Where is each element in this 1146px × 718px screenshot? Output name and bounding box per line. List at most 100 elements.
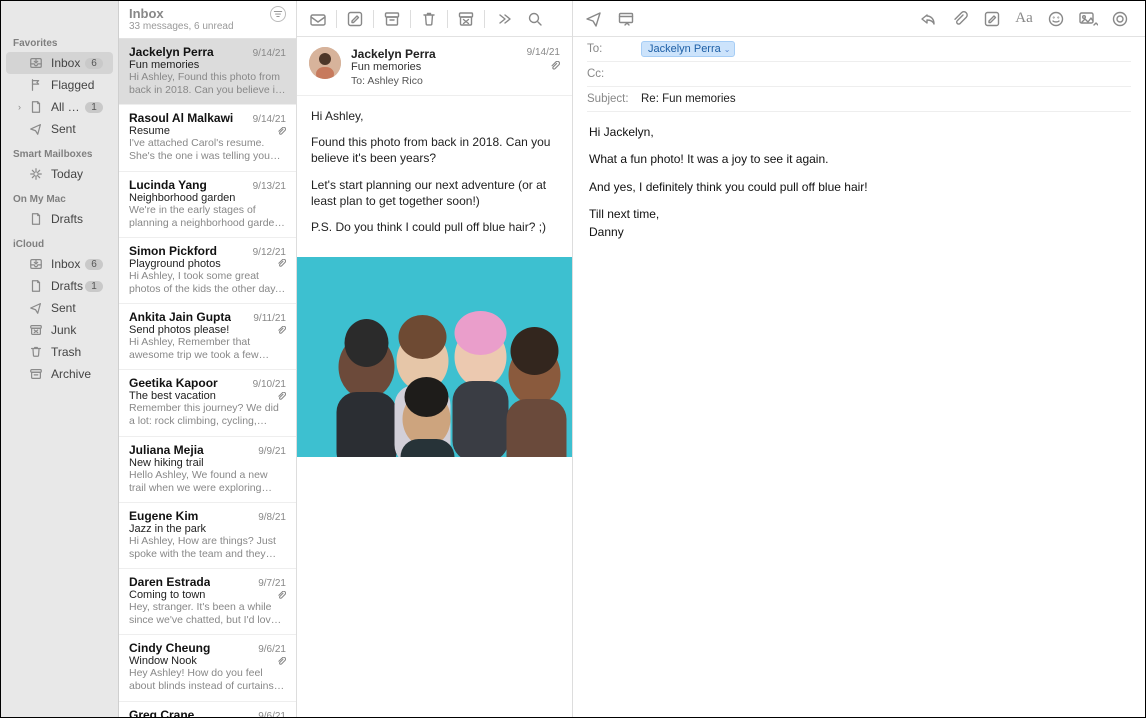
get-mail-button[interactable] bbox=[303, 7, 333, 31]
attachment-icon bbox=[273, 657, 286, 666]
message-subject: The best vacation bbox=[129, 390, 216, 402]
message-row[interactable]: Simon Pickford9/12/21Playground photosHi… bbox=[119, 238, 296, 304]
compose-subject-row[interactable]: Subject: Re: Fun memories bbox=[587, 87, 1131, 112]
sidebar-item-label: Sent bbox=[51, 301, 103, 315]
sidebar-item-inbox[interactable]: Inbox6 bbox=[6, 52, 113, 74]
message-subject: Neighborhood garden bbox=[129, 192, 235, 204]
sidebar-item-drafts[interactable]: Drafts1 bbox=[6, 275, 113, 297]
message-date: 9/9/21 bbox=[258, 446, 286, 457]
doc-icon bbox=[28, 99, 44, 115]
send-button[interactable] bbox=[579, 7, 609, 31]
message-preview: Hi Ashley, Remember that awesome trip we… bbox=[129, 336, 286, 362]
sidebar-section-title: iCloud bbox=[1, 234, 118, 253]
reply-button[interactable] bbox=[913, 7, 943, 31]
message-sender: Jackelyn Perra bbox=[129, 45, 214, 59]
attached-photo[interactable] bbox=[297, 257, 572, 457]
reader-to-line: To: Ashley Rico bbox=[351, 75, 560, 87]
compose-cc-row[interactable]: Cc: bbox=[587, 62, 1131, 87]
compose-pane: Aa To: Jackelyn Perra⌄ Cc: Subject: Re: … bbox=[573, 1, 1145, 717]
message-preview: Hi Ashley, Found this photo from back in… bbox=[129, 71, 286, 97]
sidebar-item-label: Inbox bbox=[51, 257, 85, 271]
message-subject: Jazz in the park bbox=[129, 523, 206, 535]
message-sender: Juliana Mejia bbox=[129, 443, 204, 457]
sidebar-section-title: Smart Mailboxes bbox=[1, 144, 118, 163]
attach-button[interactable] bbox=[945, 7, 975, 31]
message-subject: Resume bbox=[129, 125, 170, 137]
message-sender: Ankita Jain Gupta bbox=[129, 310, 231, 324]
sidebar-item-sent[interactable]: Sent bbox=[6, 118, 113, 140]
flag-icon bbox=[28, 77, 44, 93]
emoji-button[interactable] bbox=[1041, 7, 1071, 31]
compose-paragraph: Till next time,Danny bbox=[589, 206, 1129, 241]
attachment-icon bbox=[550, 61, 560, 73]
sidebar-item-badge: 6 bbox=[85, 259, 103, 270]
message-sender: Daren Estrada bbox=[129, 575, 210, 589]
search-button[interactable] bbox=[520, 7, 550, 31]
sidebar-item-flagged[interactable]: Flagged bbox=[6, 74, 113, 96]
format-button[interactable]: Aa bbox=[1009, 7, 1039, 31]
message-row[interactable]: Rasoul Al Malkawi9/14/21ResumeI've attac… bbox=[119, 105, 296, 171]
message-date: 9/13/21 bbox=[253, 181, 286, 192]
message-date: 9/10/21 bbox=[253, 379, 286, 390]
message-row[interactable]: Lucinda Yang9/13/21Neighborhood gardenWe… bbox=[119, 172, 296, 238]
send-icon bbox=[28, 300, 44, 316]
message-row[interactable]: Cindy Cheung9/6/21Window NookHey Ashley!… bbox=[119, 635, 296, 701]
reader-sender: Jackelyn Perra bbox=[351, 47, 436, 61]
sidebar-item-trash[interactable]: Trash bbox=[6, 341, 113, 363]
message-row[interactable]: Eugene Kim 9/8/21 Jazz in the parkHi Ashle… bbox=[119, 503, 296, 569]
sidebar-item-label: Flagged bbox=[51, 78, 103, 92]
archive-button[interactable] bbox=[377, 7, 407, 31]
message-row[interactable]: Greg Crane9/6/21New ways to take your ph… bbox=[119, 702, 296, 718]
message-subject: Fun memories bbox=[129, 59, 199, 71]
message-reader-pane: Jackelyn Perra 9/14/21 Fun memories To: … bbox=[297, 1, 573, 717]
filter-button[interactable] bbox=[270, 6, 286, 22]
message-row[interactable]: Daren Estrada9/7/21Coming to townHey, st… bbox=[119, 569, 296, 635]
sidebar-item-archive[interactable]: Archive bbox=[6, 363, 113, 385]
insert-button[interactable] bbox=[977, 7, 1007, 31]
compose-header-fields: To: Jackelyn Perra⌄ Cc: Subject: Re: Fun… bbox=[573, 37, 1145, 112]
sidebar-item-drafts[interactable]: Drafts bbox=[6, 208, 113, 230]
compose-to-row[interactable]: To: Jackelyn Perra⌄ bbox=[587, 37, 1131, 62]
box-x-icon bbox=[28, 322, 44, 338]
message-preview: We're in the early stages of planning a … bbox=[129, 204, 286, 230]
sidebar-item-inbox[interactable]: Inbox6 bbox=[6, 253, 113, 275]
body-paragraph: Hi Ashley, bbox=[311, 108, 558, 124]
delete-button[interactable] bbox=[414, 7, 444, 31]
message-row[interactable]: Geetika Kapoor9/10/21The best vacationRe… bbox=[119, 370, 296, 436]
attachment-icon bbox=[273, 127, 286, 136]
message-date: 9/8/21 bbox=[258, 512, 286, 523]
message-sender: Simon Pickford bbox=[129, 244, 217, 258]
compose-button[interactable] bbox=[340, 7, 370, 31]
message-preview: I've attached Carol's resume. She's the … bbox=[129, 137, 286, 163]
junk-button[interactable] bbox=[451, 7, 481, 31]
message-row[interactable]: Ankita Jain Gupta9/11/21Send photos plea… bbox=[119, 304, 296, 370]
photo-browser-button[interactable] bbox=[1073, 7, 1103, 31]
sidebar-item-junk[interactable]: Junk bbox=[6, 319, 113, 341]
compose-subject-text[interactable]: Re: Fun memories bbox=[641, 93, 736, 105]
sidebar-item-all-drafts[interactable]: ›All Drafts1 bbox=[6, 96, 113, 118]
sidebar-item-sent[interactable]: Sent bbox=[6, 297, 113, 319]
message-sender: Geetika Kapoor bbox=[129, 376, 218, 390]
sidebar-item-today[interactable]: Today bbox=[6, 163, 113, 185]
compose-paragraph: What a fun photo! It was a joy to see it… bbox=[589, 151, 1129, 168]
more-button[interactable] bbox=[488, 7, 518, 31]
message-preview: Hi Ashley, How are things? Just spoke wi… bbox=[129, 535, 286, 561]
compose-paragraph: And yes, I definitely think you could pu… bbox=[589, 179, 1129, 196]
compose-paragraph: Hi Jackelyn, bbox=[589, 124, 1129, 141]
message-date: 9/14/21 bbox=[253, 48, 286, 59]
doc-icon bbox=[28, 278, 44, 294]
compose-body[interactable]: Hi Jackelyn, What a fun photo! It was a j… bbox=[573, 112, 1145, 263]
message-list-scroll[interactable]: Jackelyn Perra9/14/21Fun memoriesHi Ashl… bbox=[119, 39, 296, 717]
message-row[interactable]: Jackelyn Perra 9/14/21 Fun memoriesHi Ashl… bbox=[119, 39, 296, 105]
message-row[interactable]: Juliana Mejia9/9/21New hiking trailHello… bbox=[119, 437, 296, 503]
body-paragraph: Let's start planning our next adventure … bbox=[311, 177, 558, 209]
sidebar-item-label: All Drafts bbox=[51, 100, 85, 114]
markup-button[interactable] bbox=[1105, 7, 1135, 31]
message-preview: Hey Ashley! How do you feel about blinds… bbox=[129, 667, 286, 693]
message-subject: Playground photos bbox=[129, 258, 221, 270]
recipient-token[interactable]: Jackelyn Perra⌄ bbox=[641, 41, 735, 57]
message-sender: Eugene Kim bbox=[129, 509, 198, 523]
reader-date: 9/14/21 bbox=[527, 47, 560, 61]
header-fields-button[interactable] bbox=[611, 7, 641, 31]
message-list-pane: Inbox 33 messages, 6 unread Jackelyn Per… bbox=[119, 1, 297, 717]
